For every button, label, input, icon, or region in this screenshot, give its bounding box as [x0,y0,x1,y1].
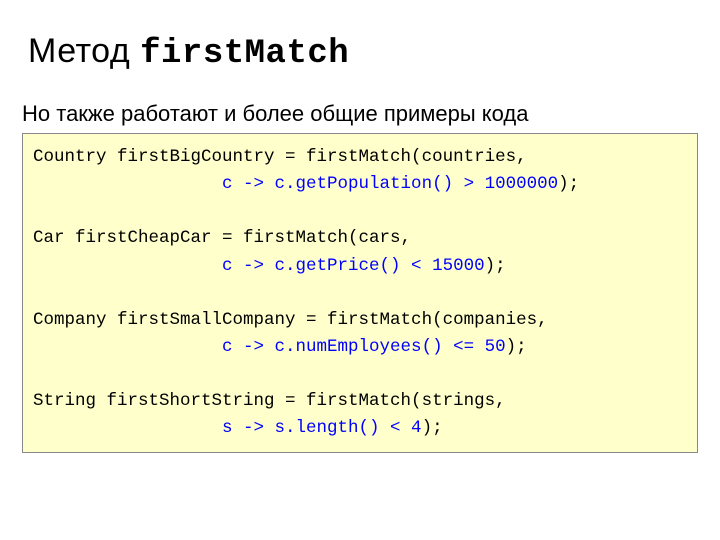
code-line: String firstShortString = firstMatch(str… [33,391,506,411]
code-indent [33,256,222,276]
code-lambda: c -> c.getPopulation() > 1000000 [222,174,558,194]
code-lambda: c -> c.getPrice() < 15000 [222,256,485,276]
code-tail: ); [558,174,579,194]
code-line: Country firstBigCountry = firstMatch(cou… [33,147,527,167]
code-indent [33,337,222,357]
slide-subtitle: Но также работают и более общие примеры … [22,101,692,127]
code-lambda: c -> c.numEmployees() <= 50 [222,337,506,357]
code-indent [33,418,222,438]
code-lambda: s -> s.length() < 4 [222,418,422,438]
slide-title: Метод firstMatch [28,32,692,73]
code-line: Company firstSmallCompany = firstMatch(c… [33,310,548,330]
code-tail: ); [506,337,527,357]
code-tail: ); [485,256,506,276]
title-plain: Метод [28,32,140,70]
code-tail: ); [422,418,443,438]
title-mono: firstMatch [140,35,349,73]
code-line: Car firstCheapCar = firstMatch(cars, [33,228,411,248]
code-indent [33,174,222,194]
code-block: Country firstBigCountry = firstMatch(cou… [22,133,698,453]
